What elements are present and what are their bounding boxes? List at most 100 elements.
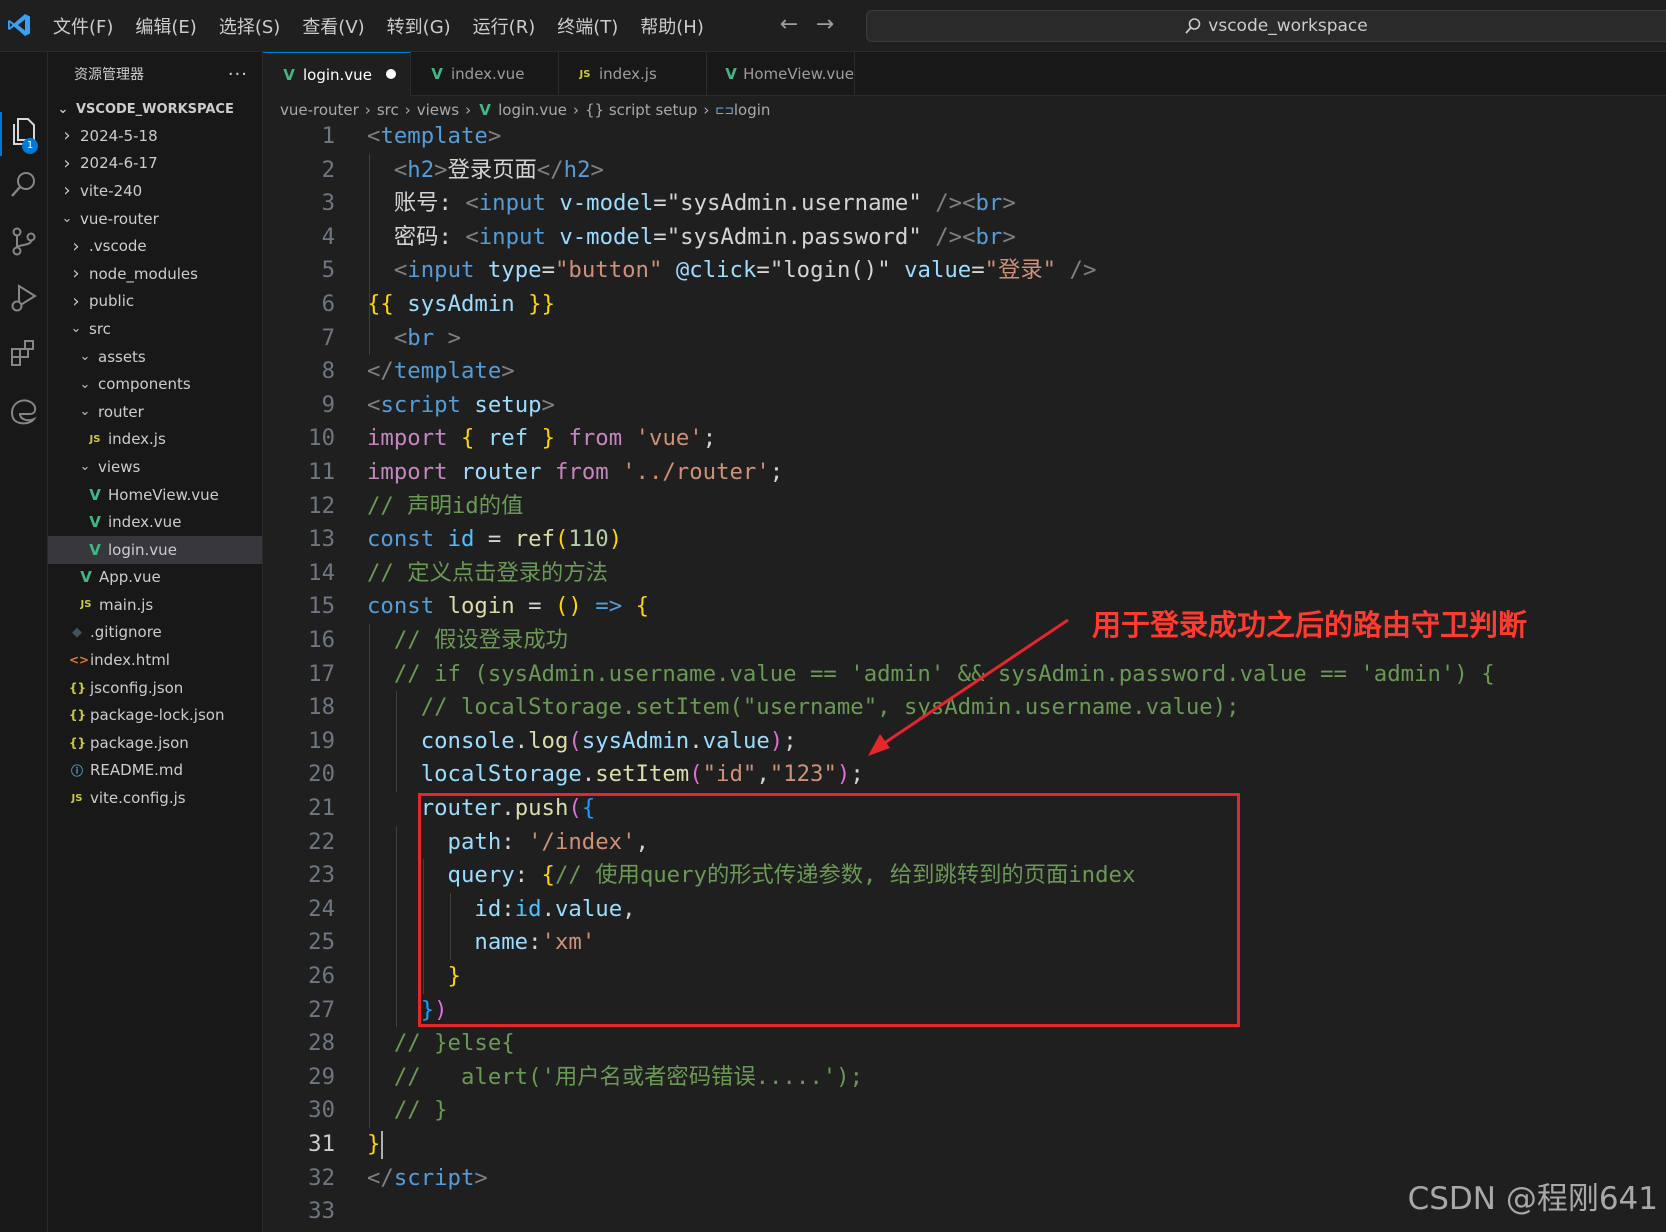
tree-item[interactable]: JS vite.config.js [48, 784, 262, 812]
breadcrumb-item[interactable]: login [734, 101, 771, 119]
workspace-header[interactable]: ⌄ VSCODE_WORKSPACE [48, 96, 262, 122]
breadcrumb-item[interactable]: vue-router [280, 101, 359, 119]
code-line[interactable]: 29 // alert('用户名或者密码错误.....'); [263, 1061, 1666, 1095]
menu-item[interactable]: 运行(R) [462, 13, 547, 39]
code-line[interactable]: 3 账号: <input v-model="sysAdmin.username"… [263, 187, 1666, 221]
tree-item[interactable]: › 2024-5-18 [48, 122, 262, 150]
breadcrumb-item[interactable]: login.vue [498, 101, 567, 119]
unsaved-dot-icon[interactable] [386, 69, 396, 79]
code-line[interactable]: 28 // }else{ [263, 1027, 1666, 1061]
menu-item[interactable]: 帮助(H) [629, 13, 715, 39]
code-line[interactable]: 14 // 定义点击登录的方法 [263, 557, 1666, 591]
search-icon[interactable] [7, 168, 41, 202]
code-line[interactable]: 4 密码: <input v-model="sysAdmin.password"… [263, 221, 1666, 255]
tree-item[interactable]: › vite-240 [48, 177, 262, 205]
tree-item[interactable]: ⌄ components [48, 370, 262, 398]
tree-item[interactable]: {} jsconfig.json [48, 674, 262, 702]
code-line[interactable]: 18 // localStorage.setItem("username", s… [263, 691, 1666, 725]
code-line[interactable]: 11 import router from '../router'; [263, 456, 1666, 490]
breadcrumb-item[interactable]: {} script setup [585, 101, 697, 119]
menu-item[interactable]: 编辑(E) [124, 13, 207, 39]
tree-item[interactable]: ⓘ README.md [48, 757, 262, 785]
tree-item[interactable]: V HomeView.vue [48, 481, 262, 509]
tab-login-vue[interactable]: Vlogin.vue [263, 52, 411, 96]
tree-item[interactable]: ⌄ assets [48, 343, 262, 371]
more-actions-icon[interactable]: ··· [228, 64, 248, 85]
menu-item[interactable]: 查看(V) [291, 13, 375, 39]
code-line[interactable]: 31} [263, 1128, 1666, 1162]
line-number: 9 [321, 391, 335, 418]
code-token: ( [689, 761, 703, 788]
tree-item[interactable]: Vindex.vue [48, 508, 262, 536]
line-number: 23 [308, 862, 335, 889]
code-line[interactable]: 19 console.log(sysAdmin.value); [263, 725, 1666, 759]
forward-arrow-icon[interactable]: → [811, 12, 839, 40]
highlight-box [418, 793, 1240, 1027]
chevron-down-icon: ⌄ [79, 459, 91, 475]
code-token: = [756, 257, 770, 284]
code-line[interactable]: 7 <br > [263, 322, 1666, 356]
code-line[interactable]: 13 const id = ref(110) [263, 523, 1666, 557]
code-line[interactable]: 6 {{ sysAdmin }} [263, 288, 1666, 322]
code-token: </ [367, 1164, 394, 1191]
source-control-icon[interactable] [7, 224, 41, 258]
code-line[interactable]: 20 localStorage.setItem("id","123"); [263, 758, 1666, 792]
code-text: import router from '../router'; [367, 456, 783, 490]
tree-item[interactable]: ⌄ router [48, 398, 262, 426]
tree-item[interactable]: Vlogin.vue [48, 535, 262, 564]
menu-item[interactable]: 选择(S) [208, 13, 291, 39]
code-line[interactable]: 2 <h2>登录页面</h2> [263, 154, 1666, 188]
back-arrow-icon[interactable]: ← [775, 12, 803, 40]
code-token: < [367, 391, 381, 418]
code-line[interactable]: 9 <script setup> [263, 389, 1666, 423]
tree-item[interactable]: ⌄ views [48, 453, 262, 481]
command-center-search[interactable]: vscode_workspace [866, 10, 1666, 42]
tab-index-js[interactable]: JS index.js [559, 52, 707, 96]
line-number: 15 [308, 593, 335, 620]
tab-index-vue[interactable]: Vindex.vue [411, 52, 559, 96]
tree-item[interactable]: › public [48, 288, 262, 316]
tree-item[interactable]: {} package-lock.json [48, 701, 262, 729]
breadcrumb-item[interactable]: views [417, 101, 459, 119]
line-number: 18 [308, 694, 335, 721]
tree-item[interactable]: ⌄ vue-router [48, 205, 262, 233]
code-line[interactable]: 8 </template> [263, 355, 1666, 389]
menu-item[interactable]: 终端(T) [546, 13, 629, 39]
tree-item[interactable]: › .vscode [48, 232, 262, 260]
breadcrumb-item[interactable]: src [377, 101, 399, 119]
code-token: h2 [563, 156, 591, 183]
menu-item[interactable]: 转到(G) [376, 13, 462, 39]
code-line[interactable]: 10 import { ref } from 'vue'; [263, 422, 1666, 456]
tree-item[interactable]: ⌄ src [48, 315, 262, 343]
code-line[interactable]: 12 // 声明id的值 [263, 490, 1666, 524]
code-token: // if (sysAdmin.username.value == 'admin… [393, 660, 1495, 687]
line-number: 24 [308, 895, 335, 922]
menu-bar: 文件(F) 编辑(E) 选择(S) 查看(V) 转到(G) 运行(R) 终端(T) 帮助(H) [42, 0, 715, 52]
extensions-icon[interactable] [7, 336, 41, 370]
tab-label: index.vue [451, 65, 525, 83]
code-editor[interactable]: 1 <template> 2 <h2>登录页面</h2> 3 账号: <input v… [263, 124, 1666, 1232]
code-line[interactable]: 1 <template> [263, 124, 1666, 154]
run-debug-icon[interactable] [7, 280, 41, 314]
tree-item[interactable]: JS main.js [48, 591, 262, 619]
tree-item[interactable]: <> index.html [48, 646, 262, 674]
code-line[interactable]: 30 // } [263, 1094, 1666, 1128]
tree-item[interactable]: V App.vue [48, 564, 262, 592]
tree-item[interactable]: JS index.js [48, 426, 262, 454]
tree-item[interactable]: {} package.json [48, 729, 262, 757]
edge-browser-icon[interactable] [7, 394, 41, 428]
menu-item[interactable]: 文件(F) [42, 13, 124, 39]
tree-item[interactable]: ◆ .gitignore [48, 619, 262, 647]
code-token: br [975, 190, 1003, 217]
code-line[interactable]: 5 <input type="button" @click="login()" … [263, 254, 1666, 288]
chevron-down-icon: ⌄ [57, 101, 69, 117]
tab-homeview-vue[interactable]: V HomeView.vue [707, 52, 855, 96]
code-token: // 假设登录成功 [393, 627, 568, 653]
tree-item[interactable]: › 2024-6-17 [48, 150, 262, 178]
code-line[interactable]: 17 // if (sysAdmin.username.value == 'ad… [263, 658, 1666, 692]
tree-item[interactable]: › node_modules [48, 260, 262, 288]
